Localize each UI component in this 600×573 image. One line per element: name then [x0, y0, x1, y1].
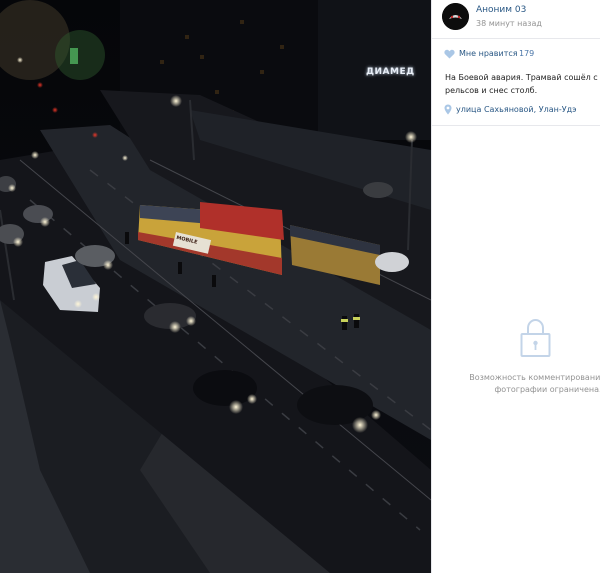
header-divider — [432, 38, 600, 39]
store-sign: ДИАМЕД — [366, 67, 415, 77]
like-count: 179 — [519, 49, 535, 58]
author-name[interactable]: Аноним 03 — [476, 5, 526, 15]
post-side-panel: Аноним 03 38 минут назад Мне нравится 17… — [431, 0, 600, 573]
lock-icon — [520, 318, 551, 357]
comments-restricted-message: Возможность комментирования этой фотогра… — [469, 373, 600, 394]
heart-icon — [444, 49, 455, 59]
post-time[interactable]: 38 минут назад — [476, 19, 542, 28]
post-photo[interactable]: ДИАМЕД MOBILE — [0, 0, 431, 573]
post-caption: На Боевой авария. Трамвай сошёл с рельсо… — [445, 73, 598, 95]
like-label: Мне нравится — [459, 49, 518, 58]
avatar[interactable] — [442, 3, 469, 30]
comments-divider — [432, 125, 600, 126]
location-text: улица Сахьяновой, Улан-Удэ — [456, 105, 577, 114]
location-pin-icon — [444, 104, 452, 115]
night-street-scene — [0, 0, 431, 573]
